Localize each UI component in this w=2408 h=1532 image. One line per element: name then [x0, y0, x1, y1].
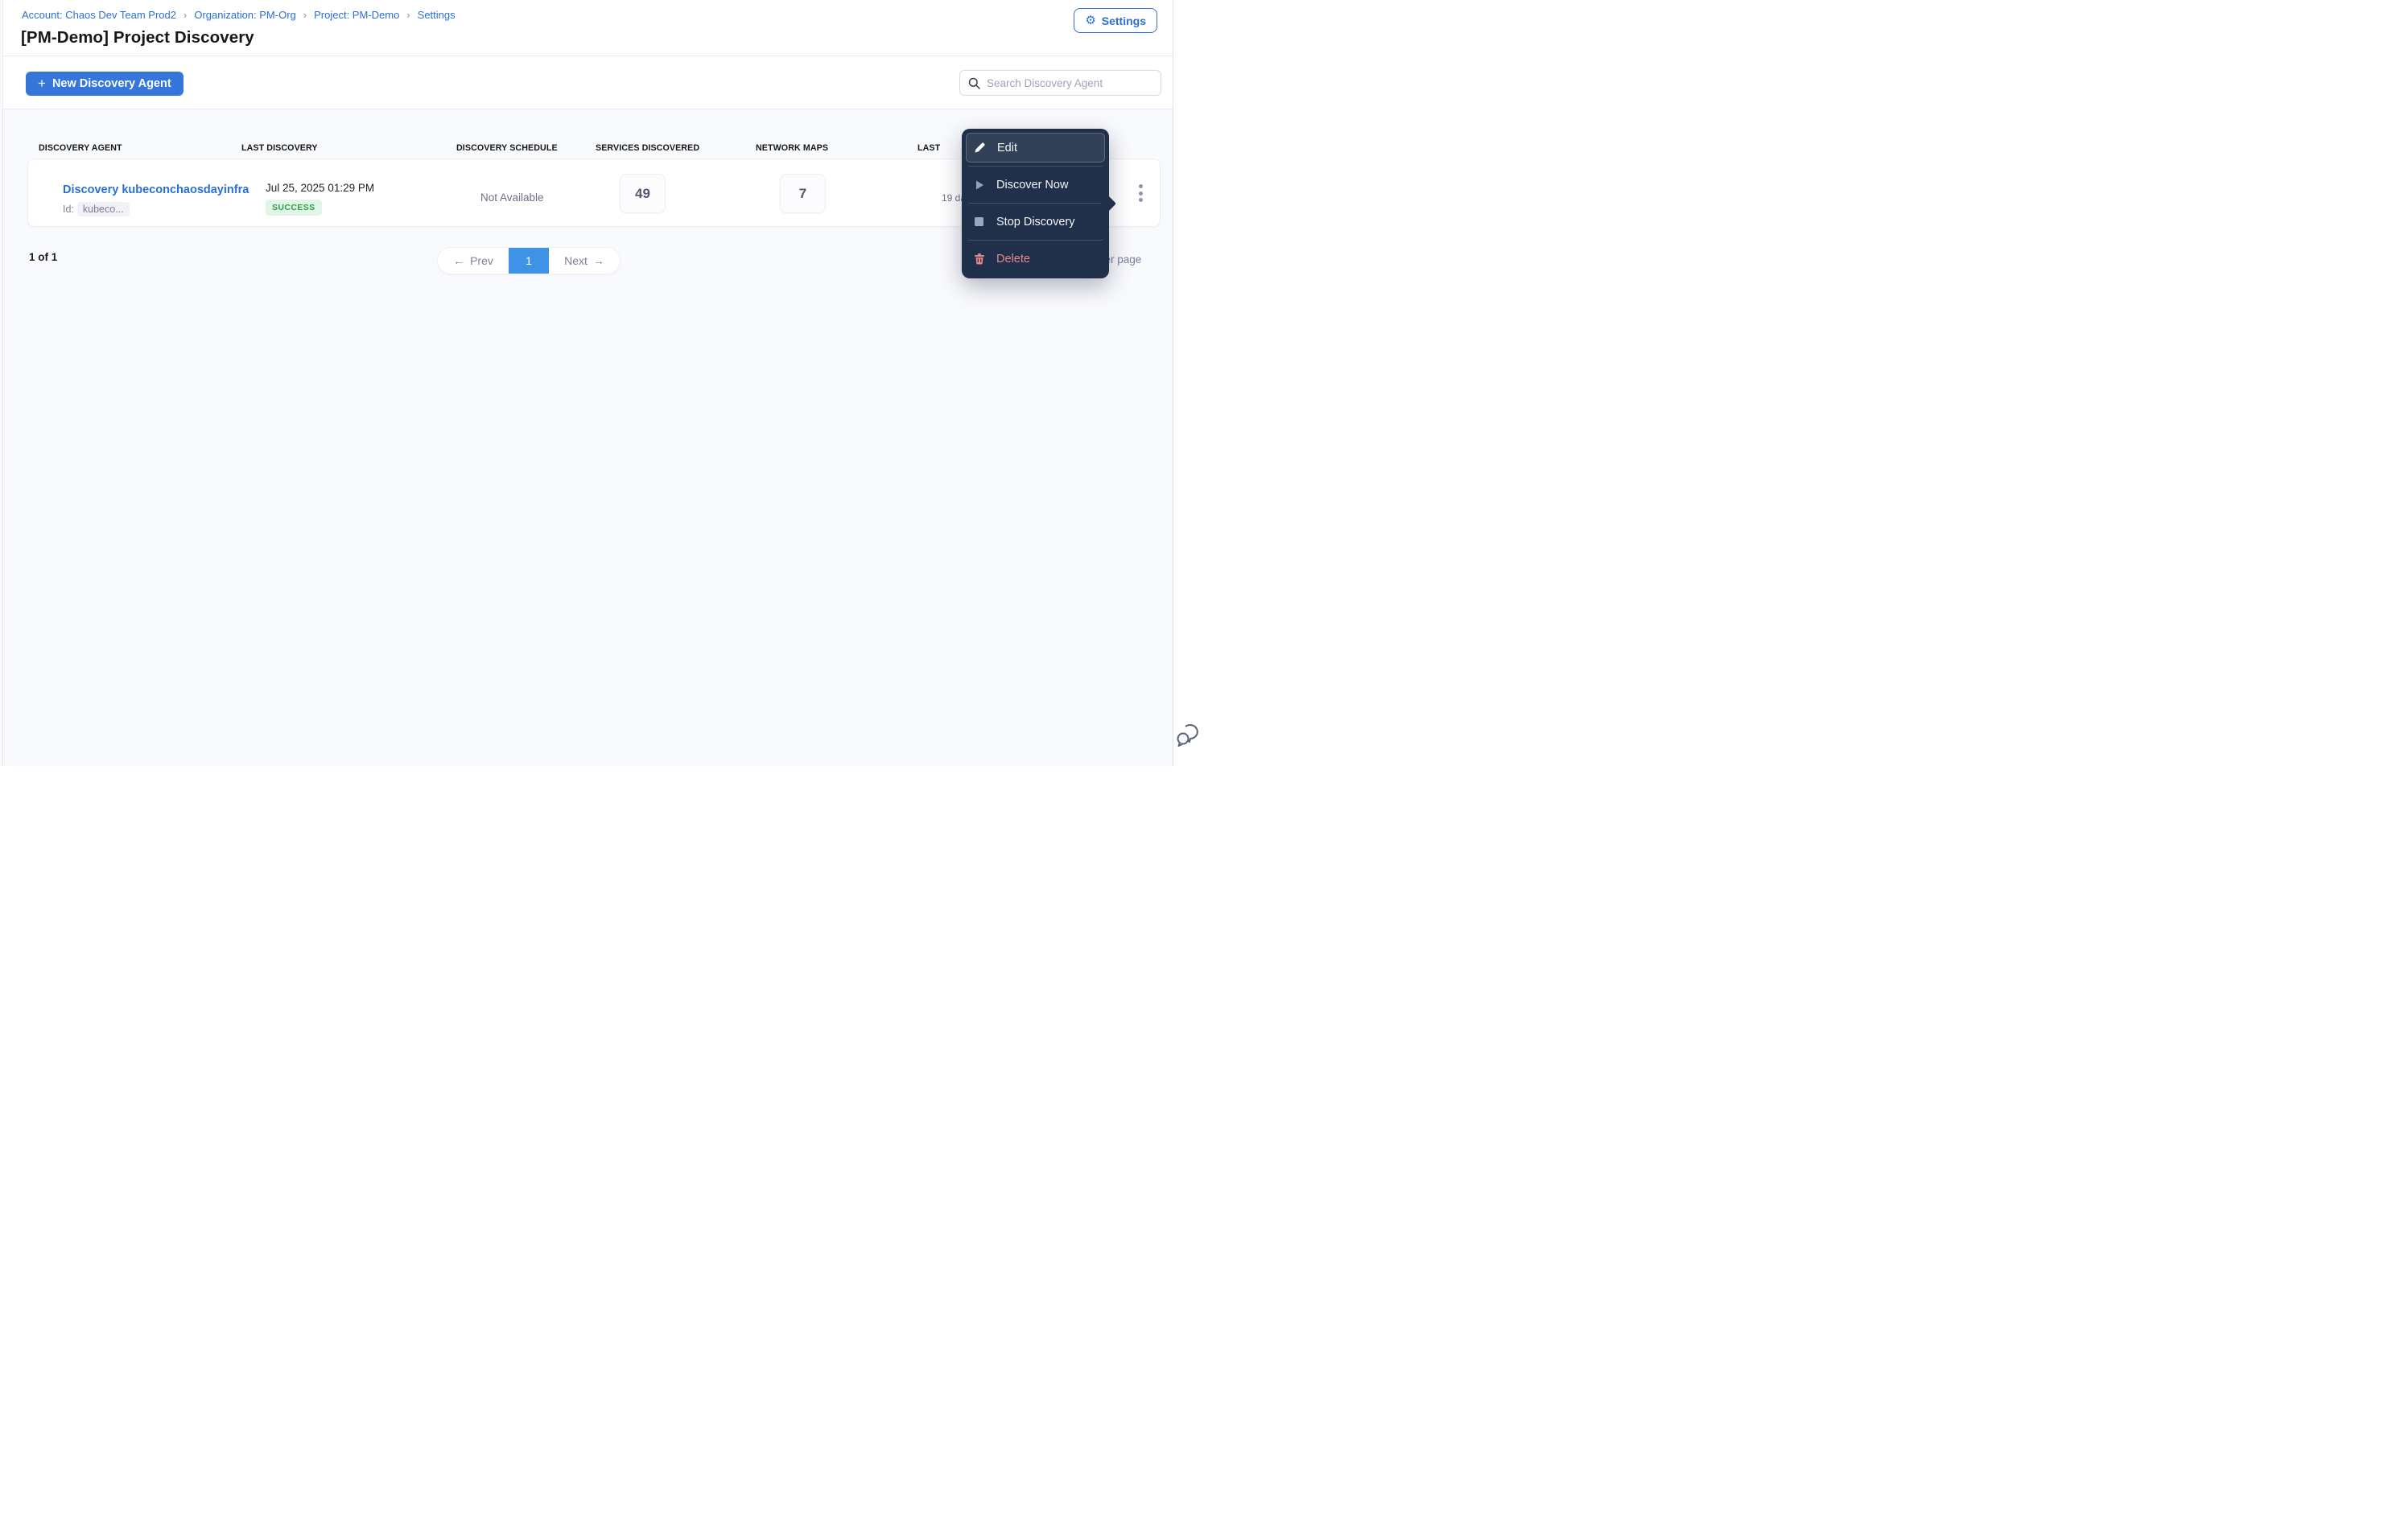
menu-item-discover-now-label: Discover Now [996, 178, 1069, 192]
play-icon [972, 179, 986, 191]
search-box[interactable] [959, 70, 1161, 96]
plus-icon: + [38, 76, 46, 91]
toolbar: + New Discovery Agent [4, 56, 1173, 109]
collapsed-sidenav-edge [0, 0, 3, 766]
breadcrumb-separator: › [406, 9, 410, 21]
menu-item-discover-now[interactable]: Discover Now [962, 170, 1109, 200]
breadcrumb-settings[interactable]: Settings [418, 9, 456, 21]
menu-item-edit[interactable]: Edit [966, 133, 1105, 163]
next-page-button[interactable]: Next → [549, 248, 620, 274]
new-discovery-agent-button[interactable]: + New Discovery Agent [26, 72, 183, 96]
pagination: ← Prev 1 Next → [437, 247, 621, 274]
column-header-last-discovery: LAST DISCOVERY [241, 143, 318, 153]
menu-item-stop-discovery-label: Stop Discovery [996, 215, 1075, 229]
page-title: [PM-Demo] Project Discovery [21, 28, 254, 47]
gear-icon: ⚙ [1085, 14, 1096, 27]
column-header-services-discovered: SERVICES DISCOVERED [596, 143, 700, 153]
window-right-gutter [1173, 0, 1204, 766]
menu-divider [968, 203, 1103, 204]
menu-item-delete-label: Delete [996, 252, 1030, 266]
row-actions-context-menu: Edit Discover Now Stop Discovery Delete [962, 129, 1109, 278]
discovery-schedule-value: Not Available [480, 192, 544, 204]
menu-item-delete[interactable]: Delete [962, 244, 1109, 274]
page-header: Account: Chaos Dev Team Prod2 › Organiza… [4, 0, 1173, 56]
menu-divider [968, 166, 1103, 167]
page-summary: 1 of 1 [29, 251, 58, 263]
search-icon [968, 77, 980, 89]
column-header-network-maps: NETWORK MAPS [756, 143, 829, 153]
agent-id-label: Id: [63, 204, 74, 215]
pencil-icon [973, 142, 987, 154]
stop-icon [972, 216, 986, 227]
breadcrumb-separator: › [183, 9, 188, 21]
last-discovery-date: Jul 25, 2025 01:29 PM [266, 182, 375, 194]
trash-icon [972, 253, 986, 265]
status-badge: SUCCESS [266, 200, 322, 216]
breadcrumb: Account: Chaos Dev Team Prod2 › Organiza… [22, 9, 456, 21]
new-discovery-agent-label: New Discovery Agent [52, 77, 171, 90]
column-header-last: LAST [917, 143, 941, 153]
row-actions-kebab-icon[interactable] [1129, 179, 1152, 208]
arrow-right-icon: → [592, 254, 604, 267]
page-number-active[interactable]: 1 [509, 248, 549, 274]
menu-divider [968, 240, 1103, 241]
arrow-left-icon: ← [453, 254, 465, 267]
column-header-discovery-schedule: DISCOVERY SCHEDULE [456, 143, 558, 153]
column-header-discovery-agent: DISCOVERY AGENT [39, 143, 122, 153]
menu-item-stop-discovery[interactable]: Stop Discovery [962, 207, 1109, 237]
menu-item-edit-label: Edit [997, 141, 1017, 154]
prev-label: Prev [470, 254, 493, 267]
help-chat-icon[interactable] [1176, 723, 1202, 756]
breadcrumb-separator: › [303, 9, 307, 21]
network-maps-count[interactable]: 7 [780, 174, 826, 213]
prev-page-button[interactable]: ← Prev [438, 248, 509, 274]
agent-id-value[interactable]: kubeco... [76, 202, 130, 216]
breadcrumb-account[interactable]: Account: Chaos Dev Team Prod2 [22, 9, 176, 21]
search-input[interactable] [987, 76, 1152, 89]
breadcrumb-project[interactable]: Project: PM-Demo [314, 9, 399, 21]
settings-button-label: Settings [1101, 14, 1146, 27]
services-discovered-count[interactable]: 49 [620, 174, 666, 213]
discovery-agent-link[interactable]: Discovery kubeconchaosdayinfra [63, 183, 249, 196]
breadcrumb-organization[interactable]: Organization: PM-Org [194, 9, 295, 21]
settings-button[interactable]: ⚙ Settings [1074, 8, 1157, 33]
agent-id: Id: kubeco... [63, 202, 130, 216]
next-label: Next [564, 254, 588, 267]
